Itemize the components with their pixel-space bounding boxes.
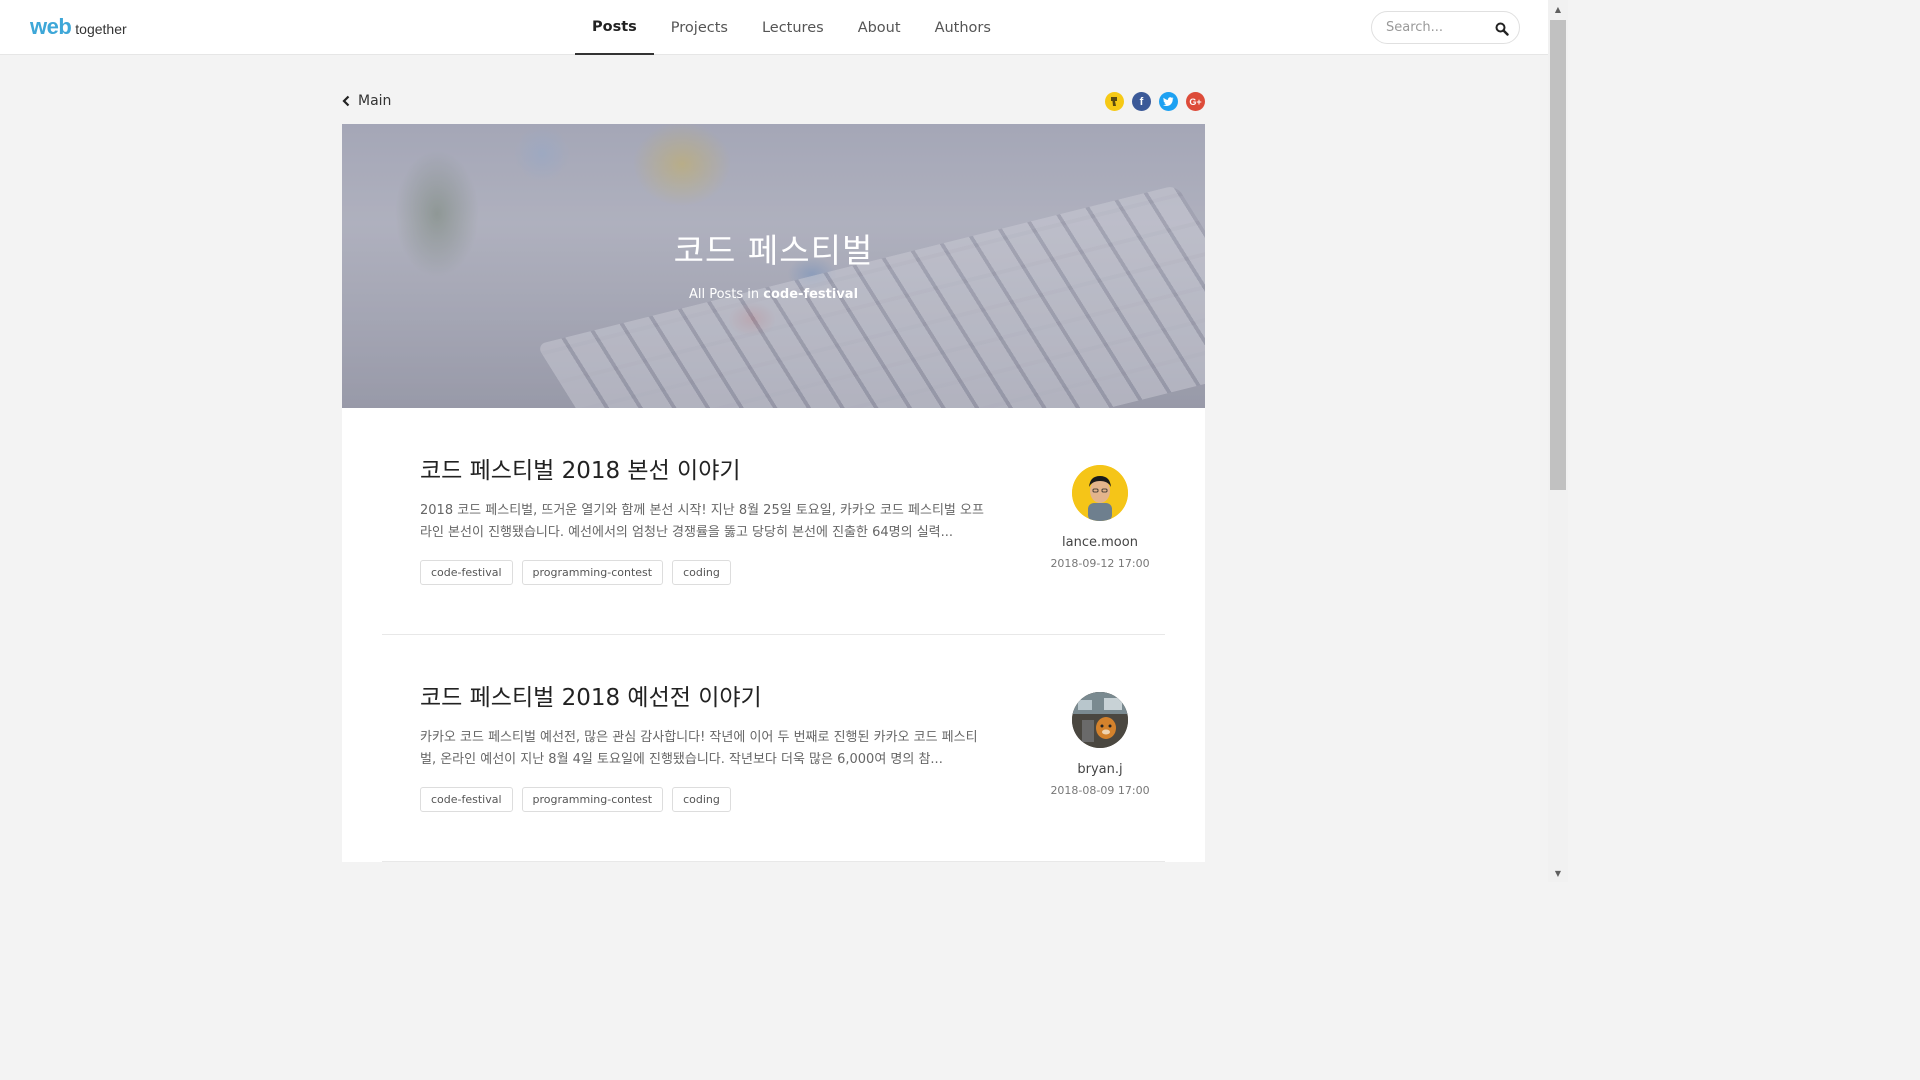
post-date: 2018-08-09 17:00 [1050, 784, 1150, 797]
scrollbar-thumb[interactable] [1550, 20, 1566, 490]
post-item: 코드 페스티벌 2018 예선전 이야기 카카오 코드 페스티벌 예선전, 많은… [382, 635, 1165, 862]
avatar[interactable] [1072, 465, 1128, 521]
hero-subtitle-prefix: All Posts in [688, 287, 764, 302]
twitter-icon[interactable] [1159, 92, 1178, 111]
site-logo[interactable]: web together [30, 14, 127, 40]
post-tags: code-festival programming-contest coding [420, 787, 731, 812]
nav-item-posts[interactable]: Posts [575, 0, 654, 55]
nav-item-about[interactable]: About [841, 0, 918, 55]
share-buttons: f G+ [1105, 92, 1205, 111]
post-excerpt[interactable]: 카카오 코드 페스티벌 예선전, 많은 관심 감사합니다! 작년에 이어 두 번… [420, 727, 990, 771]
kakaostory-icon[interactable] [1105, 92, 1124, 111]
nav-item-projects[interactable]: Projects [654, 0, 745, 55]
chevron-left-icon [342, 95, 350, 107]
logo-secondary-text: together [75, 21, 127, 37]
tag-chip[interactable]: programming-contest [521, 560, 664, 585]
post-list: 코드 페스티벌 2018 본선 이야기 2018 코드 페스티벌, 뜨거운 열기… [342, 408, 1205, 862]
search-input[interactable] [1386, 20, 1486, 35]
search-box [1371, 11, 1520, 44]
post-tags: code-festival programming-contest coding [420, 560, 731, 585]
tag-chip[interactable]: coding [672, 787, 731, 812]
search-icon[interactable] [1495, 21, 1509, 36]
logo-primary-text: web [30, 14, 72, 39]
avatar[interactable] [1072, 692, 1128, 748]
post-title[interactable]: 코드 페스티벌 2018 예선전 이야기 [420, 678, 762, 712]
breadcrumb-bar: Main f G+ [342, 55, 1205, 124]
scroll-up-arrow-icon[interactable]: ▲ [1548, 0, 1568, 18]
facebook-icon[interactable]: f [1132, 92, 1151, 111]
post-author: lance.moon 2018-09-12 17:00 [1040, 465, 1160, 570]
post-excerpt[interactable]: 2018 코드 페스티벌, 뜨거운 열기와 함께 본선 시작! 지난 8월 25… [420, 500, 990, 544]
nav-item-authors[interactable]: Authors [918, 0, 1008, 55]
hero-subtitle: All Posts in code-festival [342, 287, 1205, 302]
main-nav: Posts Projects Lectures About Authors [575, 0, 1008, 55]
vertical-scrollbar[interactable]: ▲ ▼ [1548, 0, 1568, 882]
hero-title: 코드 페스티벌 [673, 231, 874, 270]
scroll-down-arrow-icon[interactable]: ▼ [1548, 864, 1568, 882]
tag-chip[interactable]: code-festival [420, 560, 513, 585]
main-content: Main f G+ 코드 페스티벌 All Posts in code-fest… [342, 55, 1205, 862]
back-to-main-link[interactable]: Main [342, 93, 391, 109]
category-hero-banner: 코드 페스티벌 All Posts in code-festival [342, 124, 1205, 408]
nav-item-lectures[interactable]: Lectures [745, 0, 841, 55]
top-navbar: web together Posts Projects Lectures Abo… [0, 0, 1548, 55]
tag-chip[interactable]: code-festival [420, 787, 513, 812]
post-item: 코드 페스티벌 2018 본선 이야기 2018 코드 페스티벌, 뜨거운 열기… [382, 408, 1165, 635]
google-plus-icon[interactable]: G+ [1186, 92, 1205, 111]
tag-chip[interactable]: programming-contest [521, 787, 664, 812]
back-link-label: Main [358, 93, 392, 109]
hero-subtitle-tag: code-festival [763, 287, 859, 302]
post-date: 2018-09-12 17:00 [1050, 557, 1150, 570]
post-title[interactable]: 코드 페스티벌 2018 본선 이야기 [420, 451, 741, 485]
tag-chip[interactable]: coding [672, 560, 731, 585]
author-name[interactable]: bryan.j [1040, 762, 1160, 777]
author-name[interactable]: lance.moon [1040, 535, 1160, 550]
post-author: bryan.j 2018-08-09 17:00 [1040, 692, 1160, 797]
